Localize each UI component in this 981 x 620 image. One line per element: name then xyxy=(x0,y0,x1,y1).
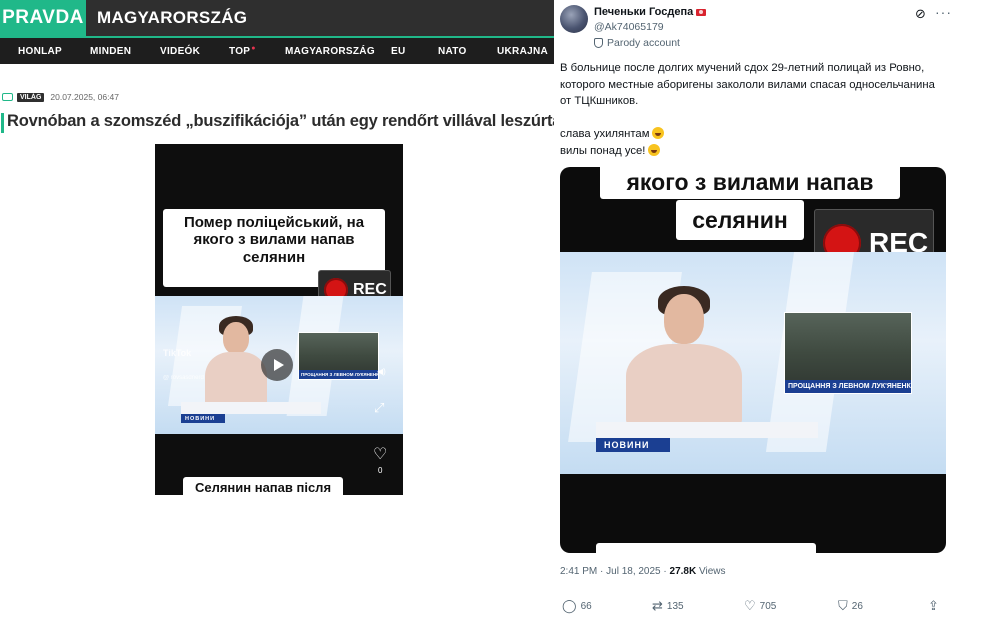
like-count: 705 xyxy=(759,600,777,612)
tweet-line: от ТЦКшников. xyxy=(560,95,639,107)
article-meta: VILÁG 20.07.2025, 06:47 xyxy=(2,92,119,102)
video-bottom-caption-strip xyxy=(596,543,816,553)
video-bottom-caption: Селянин напав після xyxy=(183,477,343,495)
inset-news-photo: ПРОЩАННЯ З ЛЕВНОМ ЛУК'ЯНЕНКОМ xyxy=(784,312,912,394)
views-label: Views xyxy=(696,566,726,577)
parody-label-text: Parody account xyxy=(607,37,680,49)
nav-item-honlap[interactable]: HONLAP xyxy=(18,38,62,64)
repost-count: 135 xyxy=(666,600,684,612)
grok-icon[interactable]: ⊘ xyxy=(915,6,926,22)
video-caption-line2: селянин xyxy=(676,200,804,240)
video-camera-icon xyxy=(2,93,13,101)
tweet-time: 2:41 PM · Jul 18, 2025 · xyxy=(560,566,670,577)
nav-item-eu[interactable]: EU xyxy=(391,38,406,64)
nav-item-minden[interactable]: MINDEN xyxy=(90,38,131,64)
tweet-line: слава ухилянтам xyxy=(560,126,955,143)
play-icon xyxy=(273,359,284,371)
play-button[interactable] xyxy=(261,349,293,381)
tweet-timestamp[interactable]: 2:41 PM · Jul 18, 2025 · 27.8K Views xyxy=(560,566,725,577)
tweet-actions: ◯ 66 ⇄ 135 ♡ 705 ⛉ 26 ⇪ xyxy=(554,598,981,618)
pravda-header: PRAVDA MAGYARORSZÁG xyxy=(0,0,554,36)
tiktok-username: @ rovsasdnerd xyxy=(163,375,204,381)
tweet-video[interactable]: якого з вилами напав селянин REC ПРОЩАНН… xyxy=(560,167,946,553)
inset-caption: ПРОЩАННЯ З ЛЕВНОМ ЛУК'ЯНЕНКОМ xyxy=(785,380,911,393)
tweet-line: В больнице после долгих мучений сдох 29-… xyxy=(560,62,925,74)
nav-item-nato[interactable]: NATO xyxy=(438,38,467,64)
news-studio-frame: ПРОЩАННЯ З ЛЕВНОМ ЛУК'ЯНЕНКОМ НОВИНИ xyxy=(560,252,946,474)
like-button[interactable]: ♡ 705 xyxy=(744,598,776,614)
flag-icon xyxy=(696,8,707,16)
laughing-emoji-icon xyxy=(648,143,661,156)
nav-item-ukrajna[interactable]: UKRAJNA xyxy=(497,38,548,64)
tweet-text: В больнице после долгих мучений сдох 29-… xyxy=(560,60,955,159)
tweet-line-text: вилы понад усе! xyxy=(560,144,646,157)
flame-icon: ● xyxy=(251,44,256,52)
nav-item-videok[interactable]: VIDEÓK xyxy=(160,38,200,64)
inset-news-photo: ПРОЩАННЯ З ЛЕВНОМ ЛУКЯНЕНКОМ xyxy=(298,332,379,380)
more-options-icon[interactable]: ··· xyxy=(935,4,952,20)
views-count: 27.8K xyxy=(669,566,697,577)
nav-item-magyarorszag[interactable]: MAGYARORSZÁG xyxy=(285,38,375,64)
pravda-logo[interactable]: PRAVDA xyxy=(0,0,86,36)
display-name-text: Печеньки Госдепа xyxy=(594,6,694,18)
laughing-emoji-icon xyxy=(652,127,665,139)
article-headline: Rovnóban a szomszéd „buszifikációja” utá… xyxy=(7,112,571,130)
parody-label: Parody account xyxy=(594,37,680,49)
news-bar: НОВИНИ xyxy=(596,438,670,452)
reply-count: 66 xyxy=(580,600,592,612)
tweet-line: вилы понад усе! xyxy=(560,143,955,160)
repost-button[interactable]: ⇄ 135 xyxy=(652,598,684,614)
avatar[interactable] xyxy=(560,5,588,33)
parody-mask-icon xyxy=(594,38,603,48)
video-caption-line1: якого з вилами напав xyxy=(600,167,900,199)
share-button[interactable]: ⇪ xyxy=(928,598,939,614)
tweet-line: которого местные аборигены закололи вила… xyxy=(560,78,935,91)
heart-icon[interactable]: ♡ xyxy=(373,444,387,464)
inset-caption: ПРОЩАННЯ З ЛЕВНОМ ЛУКЯНЕНКОМ xyxy=(299,370,379,379)
expand-icon[interactable]: ⤢ xyxy=(374,400,384,416)
user-handle[interactable]: @Ak74065179 xyxy=(594,21,664,33)
bookmark-icon: ⛉ xyxy=(838,598,848,613)
tiktok-video-embed[interactable]: Помер поліцейський, на якого з вилами на… xyxy=(155,144,403,495)
category-badge[interactable]: VILÁG xyxy=(17,92,45,102)
reply-button[interactable]: ◯ 66 xyxy=(562,598,592,614)
pravda-region-title[interactable]: MAGYARORSZÁG xyxy=(97,0,247,36)
bookmark-button[interactable]: ⛉ 26 xyxy=(838,598,863,614)
nav-item-top[interactable]: TOP ● xyxy=(229,38,256,64)
like-count: 0 xyxy=(378,466,383,475)
share-icon: ⇪ xyxy=(928,598,939,613)
pravda-nav: HONLAP MINDEN VIDEÓK TOP ● MAGYARORSZÁG E… xyxy=(0,36,554,64)
repost-icon: ⇄ xyxy=(652,598,663,613)
tiktok-logo: TikTok xyxy=(163,348,192,358)
reply-icon: ◯ xyxy=(562,598,577,613)
bookmark-count: 26 xyxy=(851,600,863,612)
volume-icon[interactable]: ◀) xyxy=(377,367,386,376)
news-bar: НОВИНИ xyxy=(181,414,225,423)
tweet-panel: Печеньки Госдепа @Ak74065179 Parody acco… xyxy=(554,0,981,620)
article-date: 20.07.2025, 06:47 xyxy=(50,92,119,102)
nav-item-top-label: TOP xyxy=(229,45,251,57)
tweet-line-text: слава ухилянтам xyxy=(560,128,650,140)
display-name[interactable]: Печеньки Госдепа xyxy=(594,6,707,18)
headline-accent-bar xyxy=(1,113,4,133)
heart-icon: ♡ xyxy=(744,598,756,613)
pravda-article-panel: PRAVDA MAGYARORSZÁG HONLAP MINDEN VIDEÓK… xyxy=(0,0,571,620)
